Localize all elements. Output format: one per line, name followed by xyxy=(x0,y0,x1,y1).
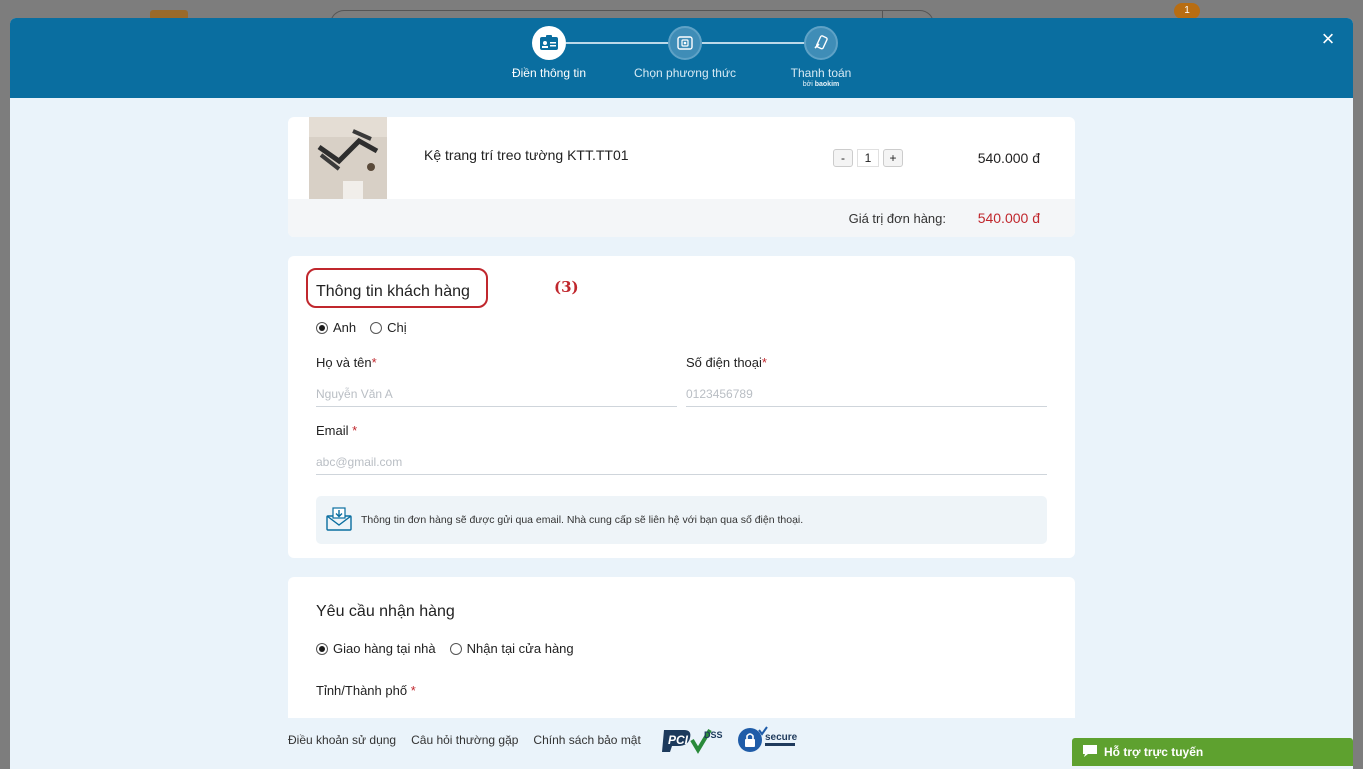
delivery-option-home[interactable]: Giao hàng tại nhà xyxy=(316,641,436,656)
dss-text: DSS xyxy=(704,730,723,740)
phone-label-text: Số điện thoại xyxy=(686,355,762,370)
radio-label: Chị xyxy=(387,320,407,335)
radio-label: Nhận tại cửa hàng xyxy=(466,641,574,656)
full-name-input[interactable] xyxy=(316,381,677,407)
step-sub-brand: bởi baokim xyxy=(751,81,891,88)
product-card: Kệ trang trí treo tường KTT.TT01 - 1 + 5… xyxy=(288,117,1075,237)
checkout-modal: Điền thông tin Chọn phương thức Thanh to… xyxy=(10,18,1353,769)
step-label: Chọn phương thức xyxy=(634,66,736,80)
customer-info-card: Thông tin khách hàng (3) Anh Chị Họ và t… xyxy=(288,256,1075,558)
order-total-value: 540.000 đ xyxy=(977,210,1040,226)
province-field-label: Tỉnh/Thành phố * xyxy=(316,683,416,698)
order-total-row: Giá trị đơn hàng: 540.000 đ xyxy=(288,199,1075,237)
sub-prefix: bởi xyxy=(802,81,813,88)
gender-radio-group: Anh Chị xyxy=(316,320,415,335)
product-price: 540.000 đ xyxy=(977,150,1040,166)
delivery-radio-group: Giao hàng tại nhà Nhận tại cửa hàng xyxy=(316,641,582,656)
notice-text: Thông tin đơn hàng sẽ được gửi qua email… xyxy=(361,514,804,526)
privacy-link[interactable]: Chính sách bảo mật xyxy=(533,733,640,747)
required-mark: * xyxy=(761,355,767,370)
radio-label: Anh xyxy=(333,320,357,335)
support-label: Hỗ trợ trực tuyến xyxy=(1104,745,1204,759)
step-payment[interactable]: Thanh toán bởi baokim xyxy=(751,26,891,88)
step-label: Điền thông tin xyxy=(511,66,587,80)
required-mark: * xyxy=(371,355,377,370)
online-support-button[interactable]: Hỗ trợ trực tuyến xyxy=(1072,738,1353,766)
mail-icon xyxy=(326,507,352,536)
id-card-icon xyxy=(532,26,566,60)
name-label-text: Họ và tên xyxy=(316,355,372,370)
modal-header: Điền thông tin Chọn phương thức Thanh to… xyxy=(10,18,1353,98)
required-mark: * xyxy=(410,683,416,698)
secure-text: secure xyxy=(765,732,798,743)
faq-link[interactable]: Câu hỏi thường gặp xyxy=(411,733,518,747)
checkout-content: Kệ trang trí treo tường KTT.TT01 - 1 + 5… xyxy=(288,98,1075,747)
pci-dss-logo: PCI DSS xyxy=(662,726,728,759)
quantity-increase-button[interactable]: + xyxy=(883,149,903,167)
phone-input[interactable] xyxy=(686,381,1047,407)
chat-icon xyxy=(1082,744,1098,761)
customer-info-title: Thông tin khách hàng xyxy=(316,283,470,300)
step-choose-method[interactable]: Chọn phương thức xyxy=(615,26,755,80)
radio-button[interactable] xyxy=(370,321,383,334)
email-field-label: Email * xyxy=(316,423,357,438)
delivery-option-store[interactable]: Nhận tại cửa hàng xyxy=(449,641,574,656)
email-notice: Thông tin đơn hàng sẽ được gửi qua email… xyxy=(316,496,1047,544)
cart-count-badge: 1 xyxy=(1174,3,1200,19)
quantity-decrease-button[interactable]: - xyxy=(833,149,853,167)
quantity-stepper: - 1 + xyxy=(833,149,903,167)
baokim-brand: baokim xyxy=(814,81,840,88)
payment-icon xyxy=(804,26,838,60)
province-label-text: Tỉnh/Thành phố xyxy=(316,683,408,698)
order-total-label: Giá trị đơn hàng: xyxy=(848,211,946,226)
name-field-label: Họ và tên* xyxy=(316,355,377,370)
product-image xyxy=(309,117,387,199)
radio-button[interactable] xyxy=(449,642,462,655)
gender-option-anh[interactable]: Anh xyxy=(316,320,356,335)
step-fill-info[interactable]: Điền thông tin xyxy=(479,26,619,80)
radio-button[interactable] xyxy=(316,642,328,655)
pci-text: PCI xyxy=(668,733,689,747)
product-name: Kệ trang trí treo tường KTT.TT01 xyxy=(424,147,629,163)
email-label-text: Email xyxy=(316,423,349,438)
gender-option-chi[interactable]: Chị xyxy=(370,320,407,335)
secure-seal-logo: secure xyxy=(737,726,805,759)
quantity-value[interactable]: 1 xyxy=(857,149,879,167)
close-icon[interactable]: × xyxy=(1317,28,1339,50)
phone-field-label: Số điện thoại* xyxy=(686,355,767,370)
step-label: Thanh toán xyxy=(790,66,852,80)
required-mark: * xyxy=(352,423,358,438)
email-input[interactable] xyxy=(316,449,1047,475)
radio-label: Giao hàng tại nhà xyxy=(333,641,436,656)
footer-links: Điều khoản sử dụng Câu hỏi thường gặp Ch… xyxy=(288,733,641,747)
delivery-title: Yêu cầu nhận hàng xyxy=(316,603,455,620)
radio-button[interactable] xyxy=(316,321,328,334)
payment-method-icon xyxy=(668,26,702,60)
terms-link[interactable]: Điều khoản sử dụng xyxy=(288,733,396,747)
annotation-marker: (3) xyxy=(554,278,579,296)
